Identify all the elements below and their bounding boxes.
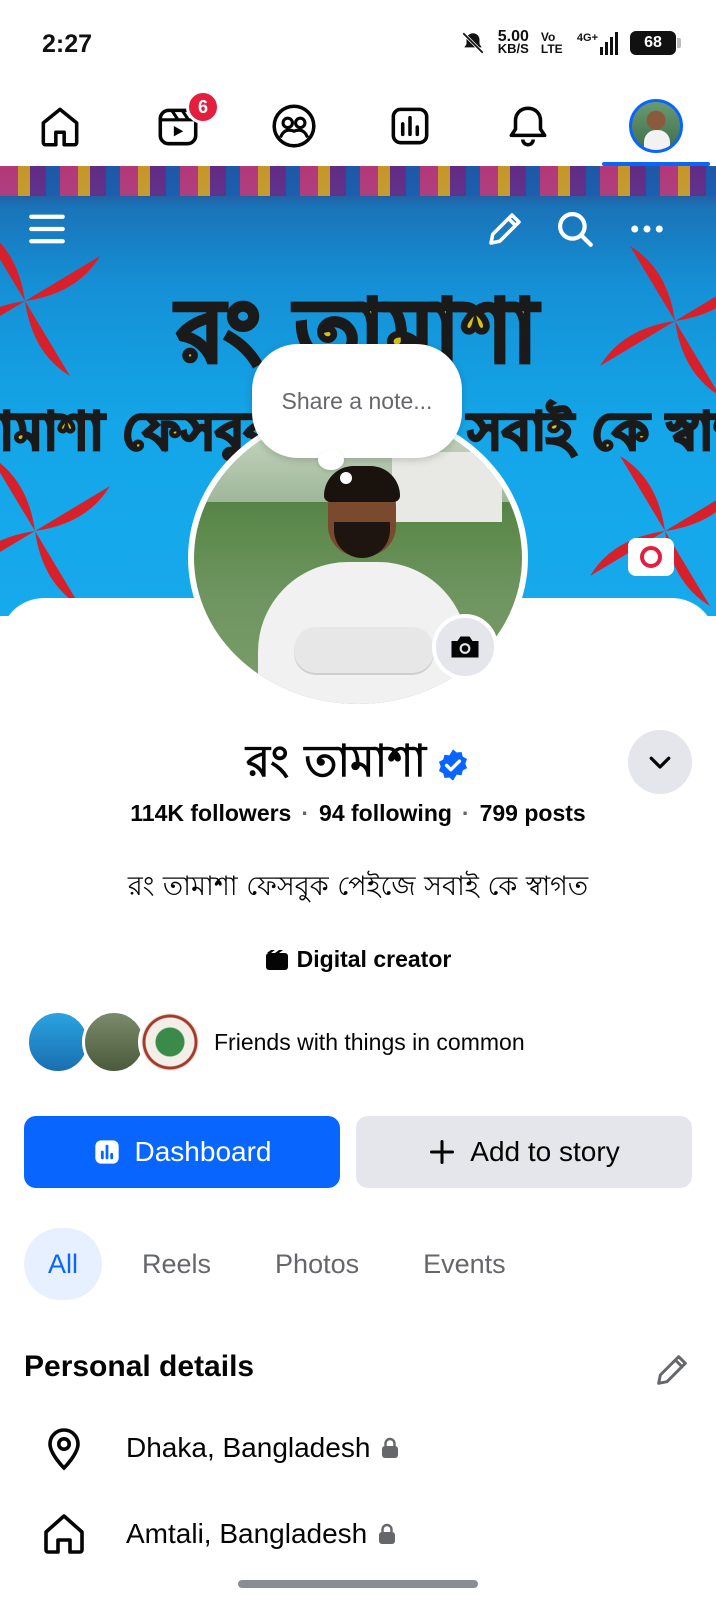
nav-dashboard[interactable]: [350, 86, 470, 166]
note-tail: [318, 450, 344, 470]
plus-icon: [430, 1139, 455, 1165]
volte-indicator: Vo LTE: [540, 30, 563, 56]
battery-indicator: 68: [630, 31, 681, 55]
mutual-friends[interactable]: Friends with things in common: [26, 1010, 525, 1074]
chevron-down-icon: [649, 756, 671, 769]
search-icon: [558, 212, 593, 247]
flower-decoration: [590, 456, 716, 606]
profile-category: Digital creator: [0, 946, 716, 973]
detail-text: Amtali, Bangladesh: [126, 1518, 368, 1549]
dashboard-label: Dashboard: [134, 1136, 272, 1167]
following-count[interactable]: 94 following: [319, 800, 452, 826]
friend-avatar: [138, 1010, 202, 1074]
reels-badge: 6: [186, 90, 220, 124]
signal-indicator: 4G+: [577, 31, 618, 55]
tab-all[interactable]: All: [24, 1228, 103, 1300]
tab-events[interactable]: Events: [399, 1228, 530, 1300]
status-indicators: 5.00 KB/S Vo LTE 4G+ 68: [460, 28, 681, 56]
camera-icon: [451, 636, 479, 658]
edit-cover-button[interactable]: [628, 538, 674, 576]
posts-count: 799 posts: [479, 800, 586, 826]
profile-tabs: All Reels Photos Events: [24, 1228, 530, 1300]
friend-avatar: [82, 1010, 146, 1074]
menu-icon: [29, 214, 65, 244]
mute-bell-icon: [461, 32, 484, 54]
friends-icon: [272, 104, 316, 148]
more-options-button[interactable]: [624, 206, 670, 252]
profile-name-row: রং তামাশা: [0, 728, 716, 801]
dashboard-icon: [391, 107, 429, 145]
tab-photos[interactable]: Photos: [251, 1228, 383, 1300]
add-to-story-button[interactable]: Add to story: [356, 1116, 692, 1188]
detail-hometown: Amtali, Bangladesh: [40, 1510, 397, 1558]
search-button[interactable]: [552, 206, 598, 252]
personal-details-title: Personal details: [24, 1350, 255, 1383]
home-icon: [41, 107, 79, 147]
nav-reels[interactable]: 6: [118, 86, 238, 166]
profile-name: রং তামাশা: [245, 736, 427, 787]
add-story-label: Add to story: [470, 1136, 620, 1167]
nav-notifications[interactable]: [468, 86, 588, 166]
profile-bio: রং তামাশা ফেসবুক পেইজে সবাই কে স্বাগত: [127, 871, 589, 902]
category-label: Digital creator: [296, 946, 452, 972]
more-icon: [631, 225, 663, 233]
pencil-icon[interactable]: [652, 1350, 692, 1390]
camera-icon: [640, 546, 662, 568]
flower-decoration: [0, 463, 110, 606]
share-note-bubble[interactable]: Share a note...: [252, 344, 462, 458]
profile-stats: 114K followers · 94 following · 799 posts: [130, 800, 586, 826]
home-indicator[interactable]: [238, 1580, 478, 1588]
nav-friends[interactable]: [234, 86, 354, 166]
status-bar: 2:27 5.00 KB/S Vo LTE 4G+ 68: [0, 0, 716, 86]
location-pin-icon: [48, 1428, 80, 1471]
verified-badge-icon: [439, 748, 468, 781]
profile-actions: Dashboard Add to story: [24, 1116, 692, 1188]
menu-button[interactable]: [24, 206, 70, 252]
detail-current-city: Dhaka, Bangladesh: [40, 1424, 400, 1472]
network-speed: 5.00 KB/S: [497, 28, 529, 56]
note-tail: [340, 472, 352, 484]
nav-profile[interactable]: [596, 86, 716, 166]
top-navigation: 6: [0, 86, 716, 166]
friends-text: Friends with things in common: [214, 1028, 525, 1055]
lock-icon: [379, 1523, 396, 1544]
profile-avatar: [629, 99, 683, 153]
status-time: 2:27: [42, 30, 93, 58]
nav-home[interactable]: [0, 86, 120, 166]
bell-icon: [509, 106, 547, 147]
expand-profile-button[interactable]: [628, 730, 692, 794]
followers-count[interactable]: 114K followers: [130, 800, 291, 826]
lock-icon: [382, 1437, 399, 1458]
friend-avatar: [26, 1010, 90, 1074]
clapperboard-icon: [265, 949, 288, 970]
pencil-icon: [489, 213, 521, 245]
dashboard-icon: [94, 1140, 119, 1164]
cover-decoration: [0, 166, 716, 196]
tab-reels[interactable]: Reels: [118, 1228, 235, 1300]
detail-text: Dhaka, Bangladesh: [126, 1432, 371, 1463]
home-icon: [44, 1514, 84, 1554]
edit-profile-button[interactable]: [482, 206, 528, 252]
dashboard-button[interactable]: Dashboard: [24, 1116, 340, 1188]
change-profile-picture-button[interactable]: [432, 614, 498, 680]
